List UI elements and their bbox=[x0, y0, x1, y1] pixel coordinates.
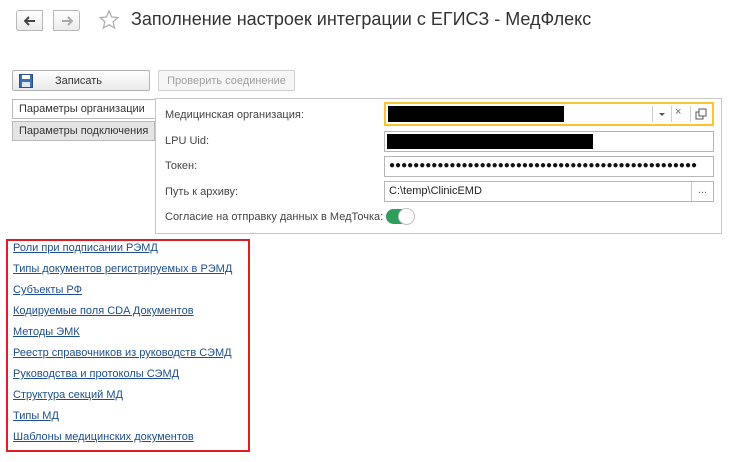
arrow-left-icon bbox=[23, 15, 35, 26]
save-button-label: Записать bbox=[55, 74, 103, 87]
archive-path-field[interactable]: C:\temp\ClinicEMD ... bbox=[384, 181, 714, 202]
save-button[interactable]: Записать bbox=[12, 70, 150, 91]
consent-toggle[interactable] bbox=[386, 208, 415, 225]
lpu-uid-label: LPU Uid: bbox=[165, 135, 210, 147]
link-emk-methods[interactable]: Методы ЭМК bbox=[13, 326, 80, 338]
org-label: Медицинская организация: bbox=[165, 109, 304, 121]
tab-org-params[interactable]: Параметры организации bbox=[12, 99, 155, 119]
redacted-org-value bbox=[388, 106, 564, 122]
back-button[interactable] bbox=[16, 10, 43, 31]
open-form-icon[interactable] bbox=[695, 108, 707, 120]
toggle-knob bbox=[398, 208, 415, 225]
check-connection-button[interactable]: Проверить соединение bbox=[158, 70, 295, 91]
browse-button[interactable]: ... bbox=[691, 182, 713, 201]
link-remd-document-types[interactable]: Типы документов регистрируемых в РЭМД bbox=[13, 263, 232, 275]
redacted-lpu-value bbox=[387, 134, 593, 149]
link-md-types[interactable]: Типы МД bbox=[13, 410, 59, 422]
link-cda-coded-fields[interactable]: Кодируемые поля CDA Документов bbox=[13, 305, 194, 317]
token-field[interactable]: ●●●●●●●●●●●●●●●●●●●●●●●●●●●●●●●●●●●●●●●●… bbox=[384, 156, 714, 177]
token-label: Токен: bbox=[165, 160, 198, 172]
org-field[interactable]: × bbox=[384, 102, 714, 126]
forward-button[interactable] bbox=[53, 10, 80, 31]
chevron-down-icon[interactable] bbox=[656, 108, 668, 120]
clear-icon[interactable]: × bbox=[675, 106, 681, 118]
link-semd-directories-registry[interactable]: Реестр справочников из руководств СЭМД bbox=[13, 347, 232, 359]
page-title: Заполнение настроек интеграции с ЕГИСЗ -… bbox=[131, 9, 592, 29]
tab-connection-params[interactable]: Параметры подключения bbox=[12, 121, 155, 141]
link-medical-document-templates[interactable]: Шаблоны медицинских документов bbox=[13, 431, 194, 443]
arrow-right-icon bbox=[61, 15, 73, 26]
favorite-star-icon[interactable] bbox=[98, 9, 120, 31]
link-md-section-structure[interactable]: Структура секций МД bbox=[13, 389, 123, 401]
archive-path-value: C:\temp\ClinicEMD bbox=[389, 185, 482, 197]
floppy-disk-icon bbox=[19, 73, 33, 88]
consent-label: Согласие на отправку данных в МедТочка: bbox=[165, 211, 384, 223]
link-rf-subjects[interactable]: Субъекты РФ bbox=[13, 284, 82, 296]
link-semd-guides-protocols[interactable]: Руководства и протоколы СЭМД bbox=[13, 368, 179, 380]
archive-path-label: Путь к архиву: bbox=[165, 186, 239, 198]
lpu-uid-field[interactable] bbox=[384, 131, 714, 152]
link-remd-signing-roles[interactable]: Роли при подписании РЭМД bbox=[13, 242, 158, 254]
